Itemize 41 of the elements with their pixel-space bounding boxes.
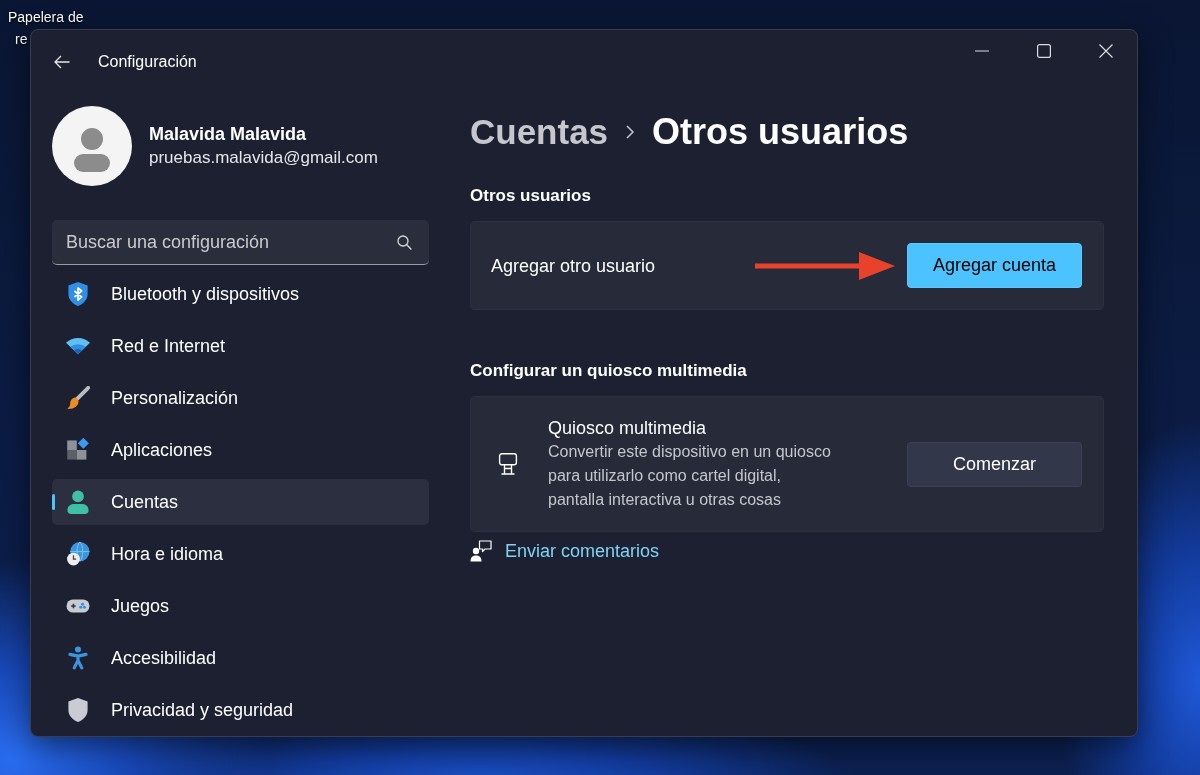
person-icon bbox=[66, 490, 90, 514]
paintbrush-icon bbox=[66, 386, 90, 410]
sidebar-item[interactable]: Personalización bbox=[52, 375, 429, 421]
sidebar-item[interactable]: Bluetooth y dispositivos bbox=[52, 271, 429, 317]
profile-name: Malavida Malavida bbox=[149, 123, 308, 146]
section-heading: Otros usuarios bbox=[470, 185, 592, 207]
minimize-icon bbox=[975, 50, 989, 52]
search-field[interactable]: Buscar una configuración bbox=[52, 220, 429, 265]
search-icon bbox=[397, 235, 412, 250]
maximize-icon bbox=[1037, 44, 1051, 58]
sidebar-item[interactable]: Juegos bbox=[52, 583, 429, 629]
accessibility-icon bbox=[66, 646, 90, 670]
breadcrumb-link[interactable]: Cuentas bbox=[470, 112, 609, 152]
chevron-icon bbox=[626, 125, 635, 139]
sidebar-item[interactable]: Cuentas bbox=[52, 479, 429, 525]
globe-clock-icon bbox=[66, 542, 90, 566]
card-description: Convertir este dispositivo en un quiosco para utilizarlo como cartel digital, pantalla interactiva u otras cosas bbox=[548, 442, 832, 510]
page-title: Otros usuarios bbox=[652, 111, 909, 153]
card-title: Agregar otro usuario bbox=[491, 254, 656, 278]
avatar-icon[interactable] bbox=[52, 106, 132, 186]
profile-email: pruebas.malavida@gmail.com bbox=[149, 147, 378, 169]
card-title: Quiosco multimedia bbox=[548, 417, 708, 440]
desktop-icon-label[interactable]: re bbox=[15, 30, 28, 48]
feedback-link[interactable]: Enviar comentarios bbox=[505, 539, 660, 563]
close-icon bbox=[1099, 44, 1113, 58]
card-button[interactable]: Agregar cuenta bbox=[907, 243, 1082, 288]
desktop-icon-label[interactable]: Papelera de bbox=[8, 8, 84, 26]
sidebar-item[interactable]: Accesibilidad bbox=[52, 635, 429, 681]
card-button[interactable]: Comenzar bbox=[907, 441, 1082, 487]
window-title: Configuración bbox=[98, 53, 197, 71]
kiosk-icon bbox=[498, 453, 518, 475]
bluetooth-icon bbox=[66, 282, 90, 306]
feedback-icon bbox=[470, 540, 492, 562]
apps-grid-icon bbox=[66, 438, 90, 462]
section-heading: Configurar un quiosco multimedia bbox=[470, 360, 748, 382]
back-arrow-icon bbox=[54, 55, 70, 69]
sidebar-item[interactable]: Privacidad y seguridad bbox=[52, 687, 429, 733]
sidebar-item[interactable]: Red e Internet bbox=[52, 323, 429, 369]
sidebar-item[interactable]: Hora e idioma bbox=[52, 531, 429, 577]
sidebar-item[interactable]: Aplicaciones bbox=[52, 427, 429, 473]
shield-icon bbox=[66, 698, 90, 722]
